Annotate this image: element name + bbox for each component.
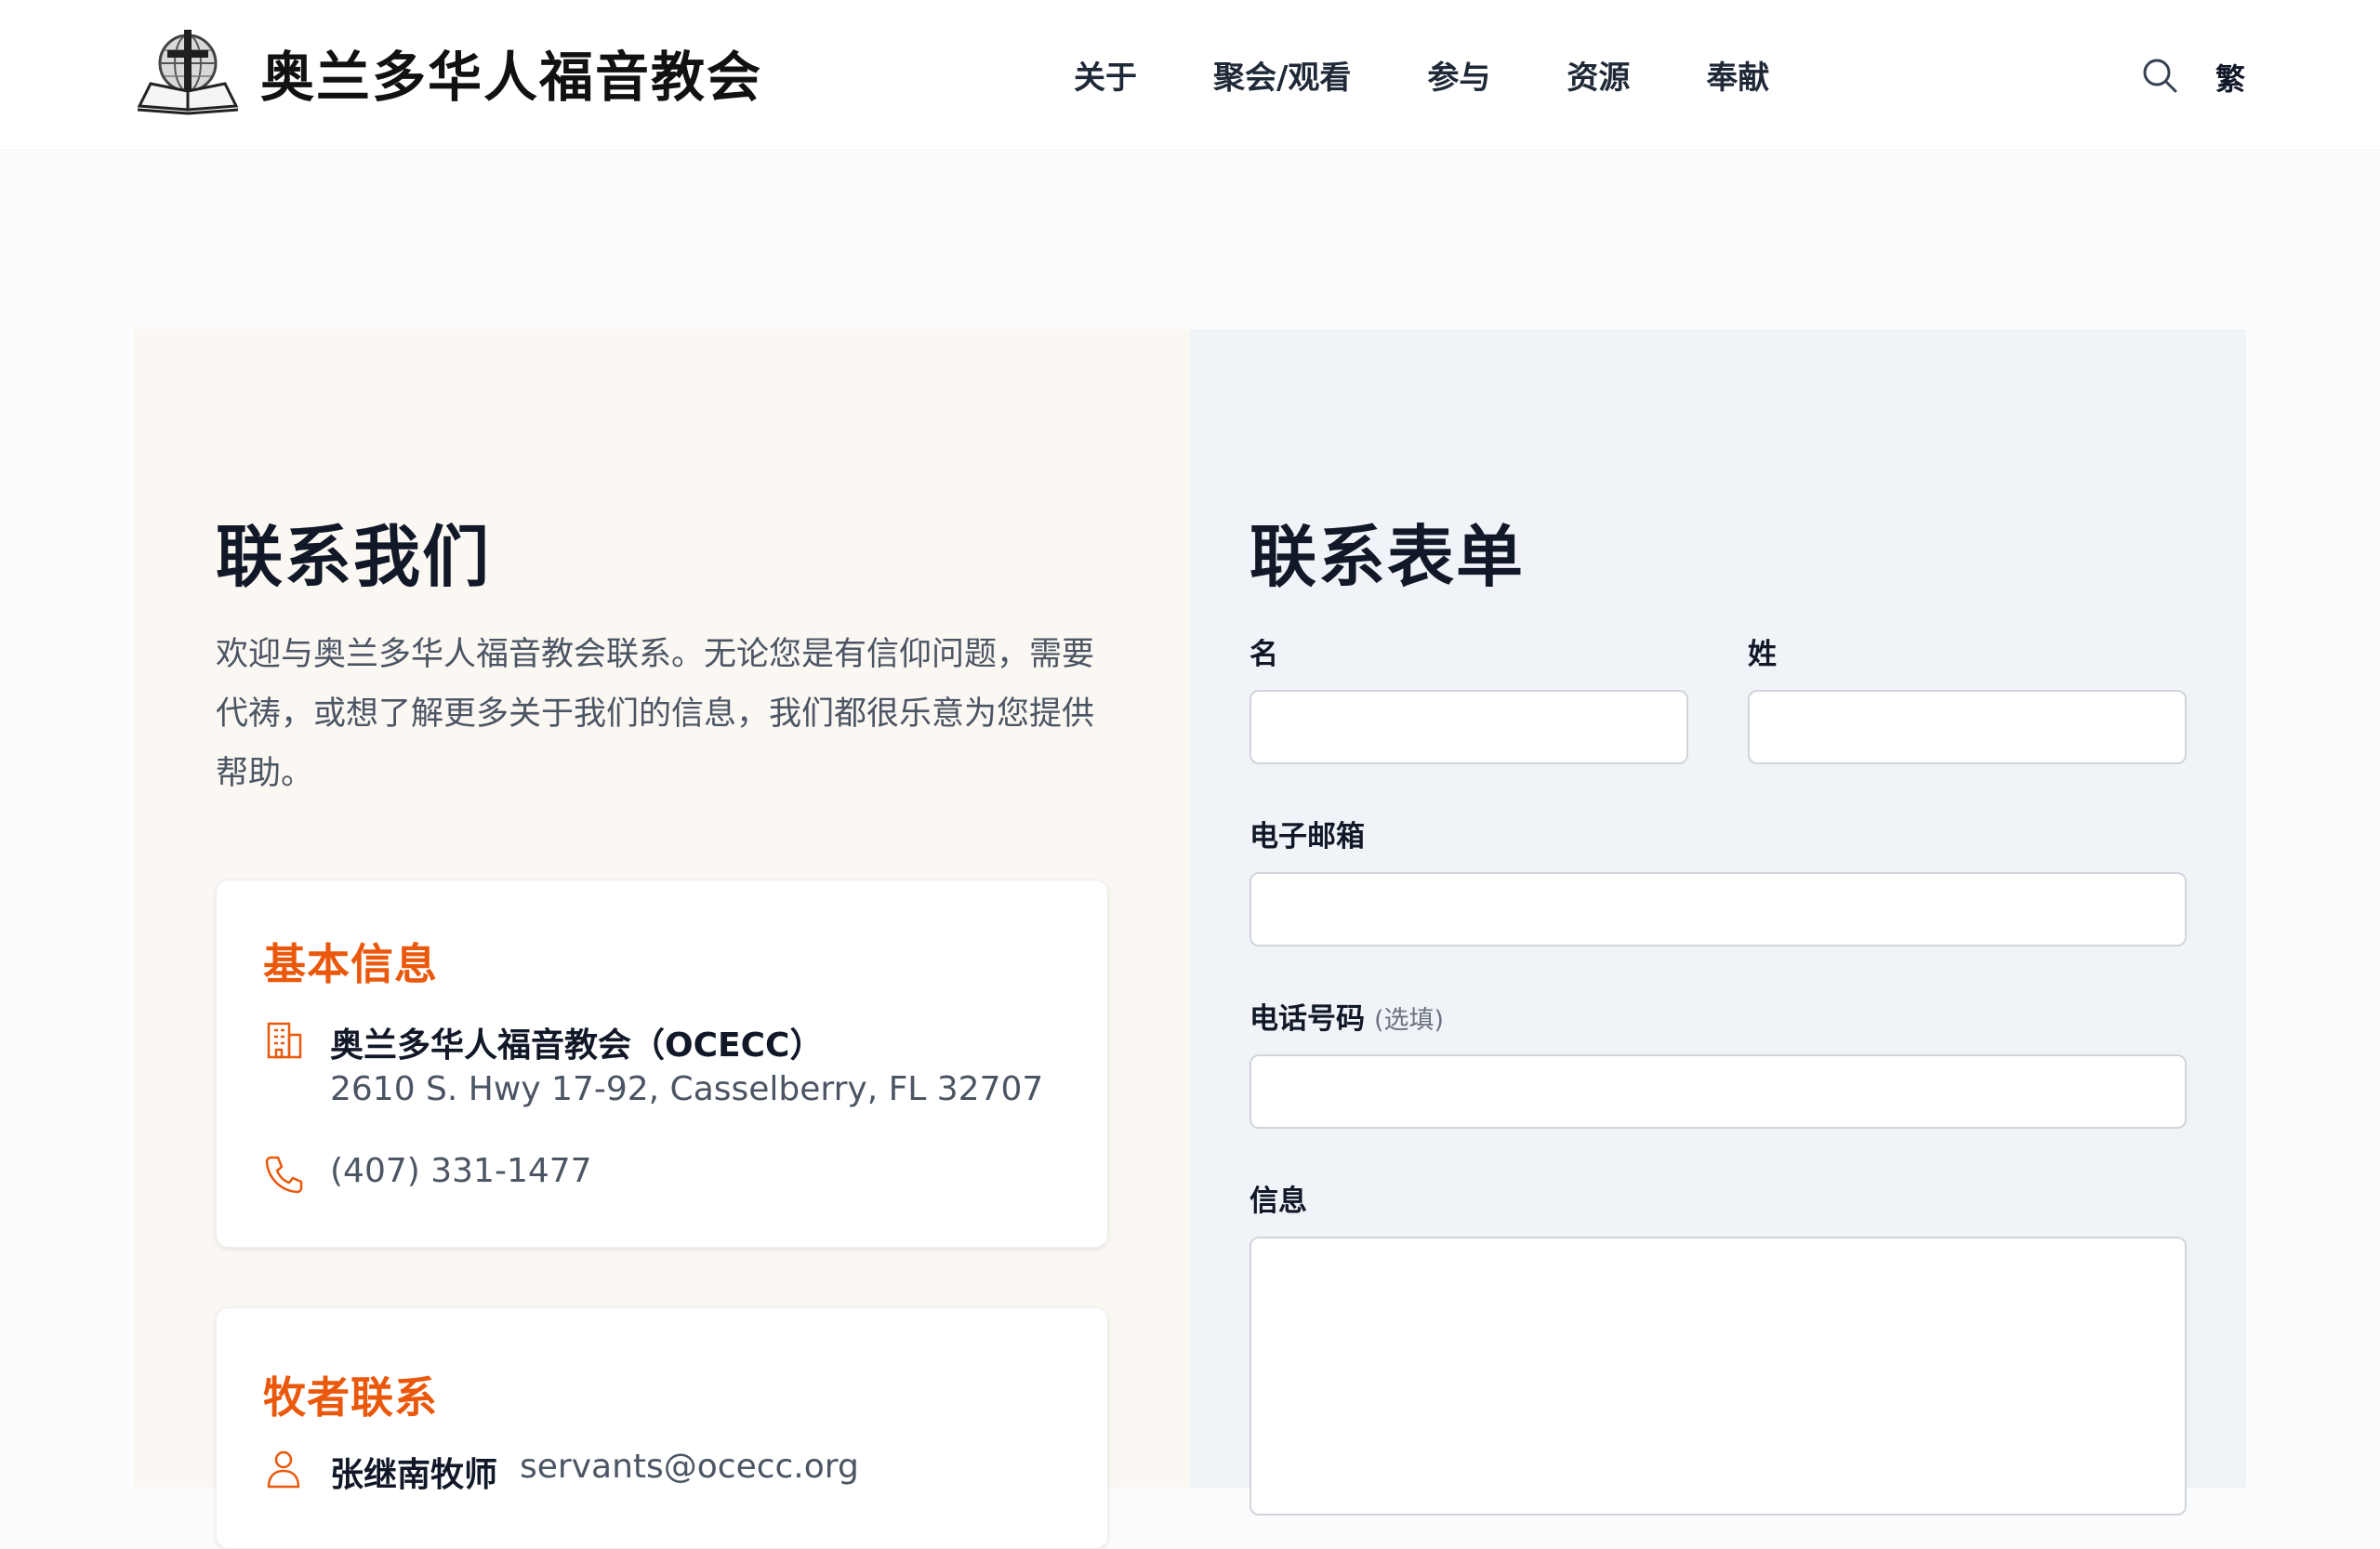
- nav-item-give[interactable]: 奉献: [1706, 52, 1769, 98]
- church-logo-icon: [137, 30, 239, 115]
- first-name-label: 名: [1250, 638, 1278, 671]
- person-icon: [267, 1450, 300, 1489]
- nav-item-gatherings[interactable]: 聚会/观看: [1213, 52, 1351, 98]
- church-phone[interactable]: (407) 331-1477: [330, 1152, 592, 1190]
- church-name: 奥兰多华人福音教会（OCECC）: [330, 1026, 824, 1065]
- phone-optional-hint: (选填): [1374, 1006, 1445, 1035]
- contact-title: 联系我们: [216, 518, 492, 596]
- pastor-contact-title: 牧者联系: [263, 1372, 438, 1423]
- language-toggle[interactable]: 繁: [2215, 56, 2245, 99]
- message-textarea[interactable]: [1250, 1237, 2187, 1516]
- church-address: 2610 S. Hwy 17-92, Casselberry, FL 32707: [330, 1070, 1044, 1108]
- site-header: 奥兰多华人福音教会 关于 聚会/观看 参与 资源 奉献 繁: [0, 0, 2380, 151]
- nav-item-resources[interactable]: 资源: [1567, 52, 1630, 98]
- nav-item-participate[interactable]: 参与: [1427, 52, 1490, 98]
- email-label: 电子邮箱: [1250, 820, 1365, 854]
- phone-field[interactable]: [1250, 1054, 2187, 1129]
- last-name-input[interactable]: [1748, 690, 2187, 764]
- phone-label-text: 电话号码: [1250, 1002, 1365, 1036]
- pastor-contact-card: 牧者联系 张继南牧师 servants@ocecc.org: [216, 1307, 1108, 1549]
- logo-link[interactable]: 奥兰多华人福音教会: [134, 26, 762, 119]
- phone-label: 电话号码 (选填): [1250, 995, 1444, 1037]
- contact-intro: 欢迎与奥兰多华人福音教会联系。无论您是有信仰问题，需要代祷，或想了解更多关于我们…: [216, 636, 1095, 792]
- email-field[interactable]: [1250, 872, 2187, 947]
- pastor-email[interactable]: servants@ocecc.org: [520, 1448, 859, 1486]
- building-icon: [267, 1022, 302, 1059]
- site-title: 奥兰多华人福音教会: [260, 46, 763, 109]
- pastor-name: 张继南牧师: [330, 1456, 498, 1494]
- main-nav: 关于 聚会/观看 参与 资源 奉献: [1074, 52, 1769, 98]
- first-name-input[interactable]: [1250, 690, 1688, 764]
- nav-item-about[interactable]: 关于: [1074, 52, 1137, 98]
- form-title: 联系表单: [1250, 518, 1526, 596]
- search-icon[interactable]: [2138, 54, 2181, 97]
- last-name-label: 姓: [1748, 638, 1777, 671]
- basic-info-card: 基本信息 奥兰多华人福音教会（OCECC） 2610 S. Hwy 17-92,…: [216, 880, 1108, 1248]
- basic-info-title: 基本信息: [263, 939, 438, 989]
- message-label: 信息: [1250, 1185, 1307, 1218]
- phone-icon: [265, 1156, 303, 1194]
